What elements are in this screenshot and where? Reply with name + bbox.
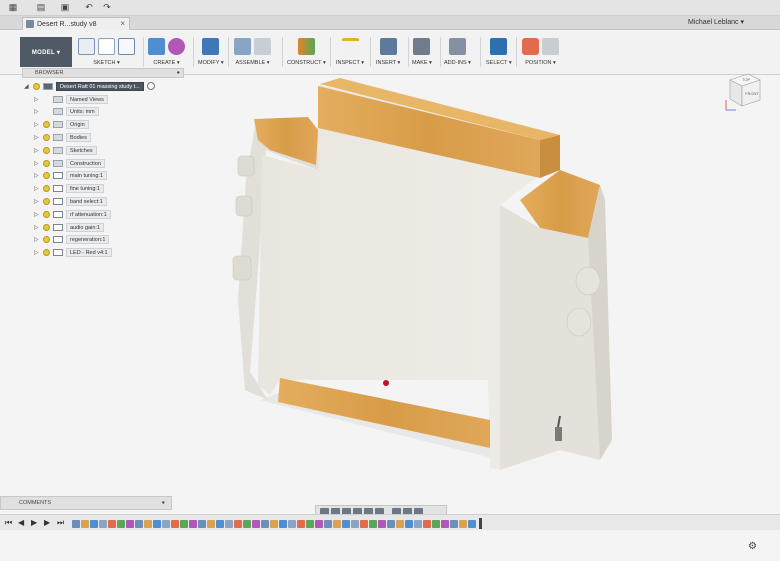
- knob-main-tuning: [237, 155, 255, 177]
- timeline-feature-icon[interactable]: [351, 519, 359, 528]
- timeline-feature-icon[interactable]: [423, 519, 431, 528]
- timeline-feature-icon[interactable]: [324, 519, 332, 528]
- timeline-feature-icon[interactable]: [306, 519, 314, 528]
- comments-panel-header[interactable]: COMMENTS ●: [0, 496, 172, 510]
- timeline-marker[interactable]: [479, 518, 482, 529]
- timeline-feature-icon[interactable]: [333, 519, 341, 528]
- timeline-feature-icon[interactable]: [171, 519, 179, 528]
- fusion-app-window: ▦ ▤ ▣ ↶ ↷ Desert R...study v8 × Michael …: [0, 0, 780, 561]
- timeline-next-icon[interactable]: ▶: [44, 518, 52, 527]
- timeline-feature-icon[interactable]: [225, 519, 233, 528]
- timeline-feature-icon[interactable]: [405, 519, 413, 528]
- timeline-feature-icon[interactable]: [270, 519, 278, 528]
- settings-gear-icon[interactable]: ⚙: [748, 541, 757, 552]
- timeline-feature-icon[interactable]: [180, 519, 188, 528]
- timeline-previous-icon[interactable]: ◀: [18, 518, 26, 527]
- timeline-feature-icon[interactable]: [342, 519, 350, 528]
- timeline-feature-icon[interactable]: [441, 519, 449, 528]
- timeline-feature-icon[interactable]: [243, 519, 251, 528]
- timeline-feature-icon[interactable]: [252, 519, 260, 528]
- knob-audio-gain: [566, 307, 592, 337]
- timeline-feature-icon[interactable]: [468, 519, 476, 528]
- led-indicator: [383, 380, 389, 386]
- comments-title: COMMENTS: [19, 500, 52, 506]
- timeline-feature-icon[interactable]: [144, 519, 152, 528]
- timeline-feature-icon[interactable]: [378, 519, 386, 528]
- toggle-switch: [555, 427, 562, 441]
- knob-fine-tuning: [235, 195, 253, 217]
- timeline-feature-icon[interactable]: [450, 519, 458, 528]
- model-canvas[interactable]: [0, 0, 780, 561]
- timeline-feature-icon[interactable]: [459, 519, 467, 528]
- timeline-first-icon[interactable]: ⏮: [5, 518, 13, 527]
- timeline-feature-icon[interactable]: [216, 519, 224, 528]
- timeline-track: [72, 518, 482, 529]
- timeline-feature-icon[interactable]: [261, 519, 269, 528]
- timeline-feature-icon[interactable]: [279, 519, 287, 528]
- timeline-feature-icon[interactable]: [315, 519, 323, 528]
- timeline-feature-icon[interactable]: [297, 519, 305, 528]
- timeline-feature-icon[interactable]: [126, 519, 134, 528]
- right-side-panel: [500, 205, 600, 470]
- timeline-feature-icon[interactable]: [387, 519, 395, 528]
- knob-band-select: [232, 255, 252, 281]
- bottom-wood-plank: [278, 378, 490, 448]
- timeline-play-icon[interactable]: ▶: [31, 518, 39, 527]
- timeline-feature-icon[interactable]: [207, 519, 215, 528]
- timeline-feature-icon[interactable]: [162, 519, 170, 528]
- timeline-feature-icon[interactable]: [117, 519, 125, 528]
- timeline-feature-icon[interactable]: [369, 519, 377, 528]
- timeline-last-icon[interactable]: ⏭: [57, 518, 65, 527]
- timeline-feature-icon[interactable]: [81, 519, 89, 528]
- timeline-feature-icon[interactable]: [108, 519, 116, 528]
- timeline-feature-icon[interactable]: [234, 519, 242, 528]
- timeline-feature-icon[interactable]: [198, 519, 206, 528]
- bottom-area: [0, 530, 780, 561]
- knob-rf-attenuation: [575, 266, 601, 296]
- timeline-feature-icon[interactable]: [414, 519, 422, 528]
- timeline-feature-icon[interactable]: [72, 519, 80, 528]
- timeline-feature-icon[interactable]: [360, 519, 368, 528]
- timeline-bar: ⏮ ◀ ▶ ▶ ⏭: [0, 514, 780, 530]
- timeline-feature-icon[interactable]: [99, 519, 107, 528]
- timeline-feature-icon[interactable]: [288, 519, 296, 528]
- timeline-feature-icon[interactable]: [396, 519, 404, 528]
- top-wood-side: [540, 135, 560, 178]
- timeline-feature-icon[interactable]: [432, 519, 440, 528]
- timeline-feature-icon[interactable]: [90, 519, 98, 528]
- timeline-feature-icon[interactable]: [189, 519, 197, 528]
- timeline-feature-icon[interactable]: [135, 519, 143, 528]
- timeline-feature-icon[interactable]: [153, 519, 161, 528]
- comments-toggle-icon[interactable]: ●: [162, 497, 165, 509]
